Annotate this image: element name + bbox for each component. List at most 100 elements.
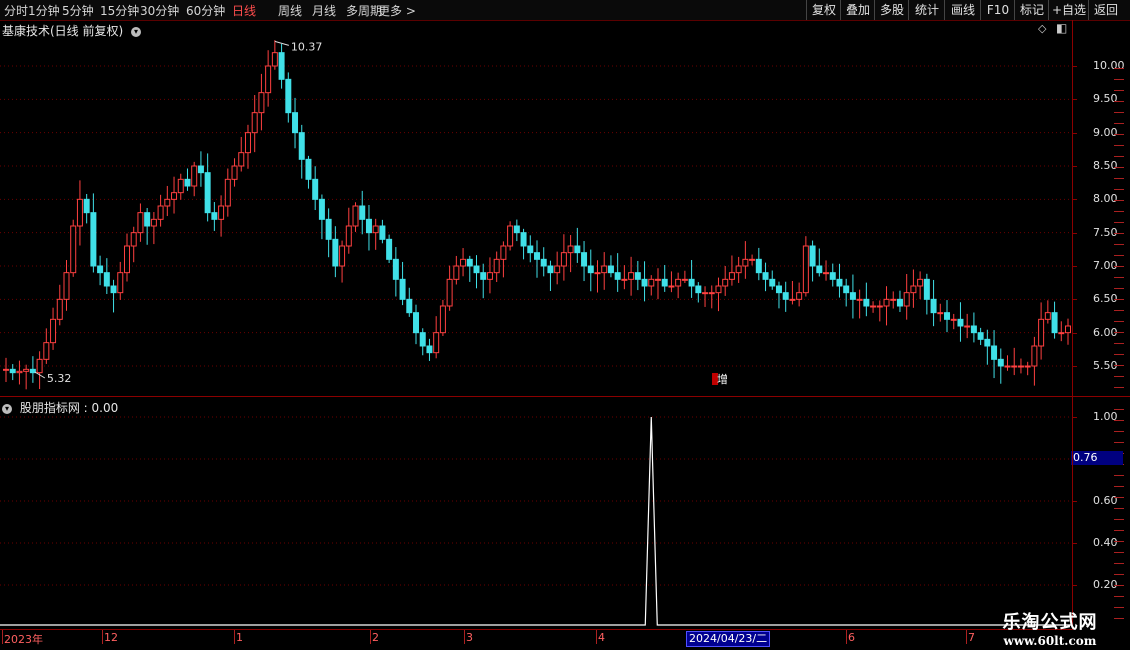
candle-body (318, 198, 325, 220)
period-tab-8[interactable]: 月线 (312, 2, 336, 19)
candle-body (769, 278, 776, 287)
axis-minor-tick (1114, 123, 1124, 124)
axis-minor-tick (1114, 145, 1124, 146)
candle-body (1038, 318, 1045, 347)
axis-minor-tick (1114, 420, 1124, 421)
period-tab-7[interactable]: 周线 (278, 2, 302, 19)
candle-body (540, 258, 547, 267)
axis-minor-tick (1114, 574, 1124, 575)
candle-body (856, 298, 863, 301)
candle-body (238, 152, 245, 167)
period-tab-9[interactable]: 多周期 (346, 2, 382, 19)
axis-minor-tick (1114, 387, 1124, 388)
candle-body (957, 318, 964, 327)
date-tick (596, 630, 597, 644)
indicator-tick-label: 0.40 (1093, 536, 1118, 549)
candle-body (702, 292, 709, 295)
candle-body (171, 192, 178, 200)
candle-body (493, 258, 500, 274)
tool-button-7[interactable]: +自选 (1048, 0, 1089, 20)
candle-body (292, 112, 299, 134)
candle-body (883, 298, 890, 307)
candle-body (796, 292, 803, 300)
candle-body (218, 205, 225, 220)
candle-body (836, 278, 843, 287)
candle-body (177, 178, 184, 194)
tool-button-6[interactable]: 标记 (1014, 0, 1049, 20)
axis-minor-tick (1114, 299, 1124, 300)
candle-body (1004, 365, 1011, 368)
candle-body (722, 278, 729, 287)
panel-menu-chevron-icon[interactable]: ▾ (131, 26, 142, 37)
period-tab-4[interactable]: 30分钟 (140, 2, 179, 19)
price-tick-label: 8.50 (1093, 159, 1118, 172)
tool-button-8[interactable]: 返回 (1088, 0, 1123, 20)
candle-body (554, 265, 561, 274)
axis-minor-tick (1114, 310, 1124, 311)
candle-body (312, 178, 319, 200)
candle-body (507, 225, 514, 247)
candle-body (695, 285, 702, 294)
candle-body (500, 245, 507, 260)
candle-body (991, 345, 998, 360)
high-marker-label: 10.37 (291, 40, 323, 53)
candle-body (910, 285, 917, 294)
candlestick-chart[interactable]: 10.37 5.32 增 (0, 38, 1072, 396)
period-tab-0[interactable]: 分时 (4, 2, 28, 19)
tool-button-2[interactable]: 多股 (874, 0, 909, 20)
tool-button-1[interactable]: 叠加 (840, 0, 875, 20)
axis-minor-tick (1114, 409, 1124, 410)
axis-minor-tick (1114, 607, 1124, 608)
candle-body (809, 245, 816, 267)
candle-body (1044, 312, 1051, 320)
candle-body (332, 238, 339, 267)
candle-body (137, 212, 144, 234)
axis-minor-tick (1114, 332, 1124, 333)
candle-body (339, 245, 346, 267)
period-tab-3[interactable]: 15分钟 (100, 2, 139, 19)
axis-minor-tick (1114, 376, 1124, 377)
date-label: 12 (104, 631, 118, 644)
axis-minor-tick (1114, 255, 1124, 256)
period-tab-10[interactable]: 更多 > (378, 2, 416, 19)
candle-body (271, 52, 278, 67)
tool-button-5[interactable]: F10 (980, 0, 1015, 20)
indicator-chart[interactable] (0, 397, 1072, 629)
tool-button-0[interactable]: 复权 (806, 0, 841, 20)
diamond-icon[interactable]: ◇ (1038, 22, 1046, 35)
date-label: 2 (372, 631, 379, 644)
date-label: 1 (236, 631, 243, 644)
candle-body (923, 278, 930, 300)
axis-minor-tick (1114, 431, 1124, 432)
period-tab-6[interactable]: 日线 (232, 2, 256, 19)
period-tab-5[interactable]: 60分钟 (186, 2, 225, 19)
candle-body (668, 285, 675, 288)
period-tab-1[interactable]: 1分钟 (28, 2, 60, 19)
panel-toggle-icon[interactable]: ◧ (1056, 21, 1067, 35)
candle-body (547, 265, 554, 274)
y-axis-line (1072, 20, 1073, 630)
candle-body (937, 312, 944, 315)
date-tick (102, 630, 103, 644)
axis-minor-tick (1114, 211, 1124, 212)
candle-body (419, 332, 426, 347)
axis-minor-tick (1114, 189, 1124, 190)
period-tab-2[interactable]: 5分钟 (62, 2, 94, 19)
axis-minor-tick (1114, 618, 1124, 619)
candle-body (930, 298, 937, 314)
axis-minor-tick (1114, 68, 1124, 69)
candle-body (843, 285, 850, 294)
candle-body (23, 368, 30, 372)
price-tick-label: 8.00 (1093, 192, 1118, 206)
candle-body (594, 272, 601, 275)
candle-body (829, 272, 836, 280)
tool-button-4[interactable]: 画线 (944, 0, 981, 20)
axis-minor-tick (1114, 222, 1124, 223)
candle-body (1058, 332, 1065, 335)
date-tick (846, 630, 847, 644)
tool-button-3[interactable]: 统计 (908, 0, 945, 20)
candle-body (130, 232, 137, 247)
indicator-cursor-value: 0.76 (1071, 451, 1123, 465)
price-tick-label: 10.00 (1093, 59, 1125, 72)
candle-body (399, 278, 406, 300)
